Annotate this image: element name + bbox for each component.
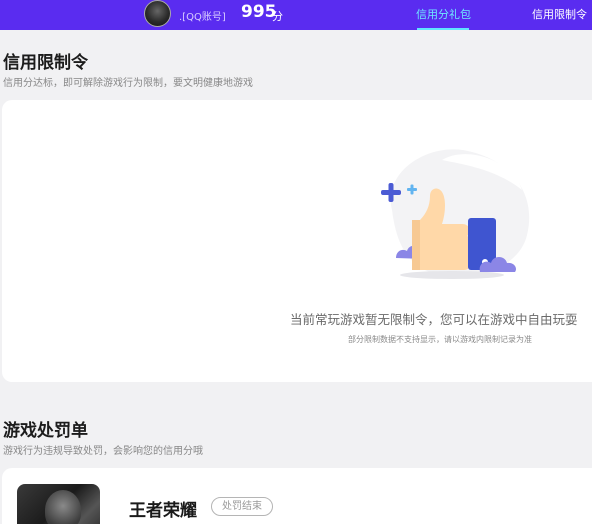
penalty-section-subtitle: 游戏行为违规导致处罚，会影响您的信用分哦 bbox=[3, 446, 203, 457]
game-thumbnail bbox=[17, 484, 100, 524]
avatar[interactable] bbox=[144, 0, 171, 27]
credit-score-unit: 分 bbox=[272, 10, 283, 23]
no-restriction-message: 当前常玩游戏暂无限制令，您可以在游戏中自由玩耍 bbox=[290, 312, 578, 327]
active-tab-indicator bbox=[417, 28, 469, 30]
restriction-section-title: 信用限制令 bbox=[3, 53, 88, 73]
restriction-data-note: 部分限制数据不支持显示，请以游戏内限制记录为准 bbox=[348, 335, 532, 344]
penalty-status-badge: 处罚结束 bbox=[211, 497, 273, 516]
top-header-bar: .[QQ账号] 995 分 信用分礼包 信用限制令 bbox=[0, 0, 592, 30]
tab-credit-gift[interactable]: 信用分礼包 bbox=[416, 6, 471, 22]
restriction-section-subtitle: 信用分达标，即可解除游戏行为限制，要文明健康地游戏 bbox=[3, 78, 253, 89]
tab-credit-restriction[interactable]: 信用限制令 bbox=[532, 6, 587, 22]
penalty-section-title: 游戏处罚单 bbox=[3, 421, 88, 441]
account-label: .[QQ账号] bbox=[179, 12, 226, 23]
penalty-game-name: 王者荣耀 bbox=[129, 501, 197, 521]
thumbs-up-illustration bbox=[381, 149, 530, 279]
